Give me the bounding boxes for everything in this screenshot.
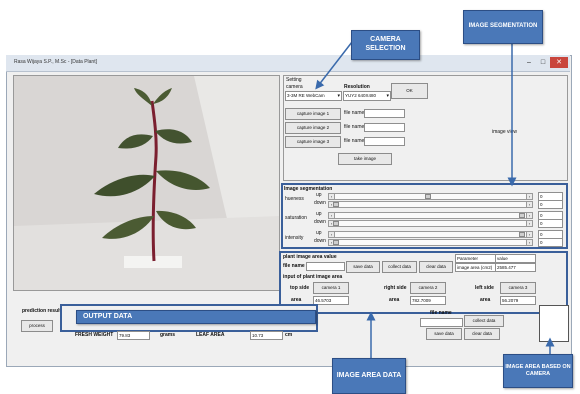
image-area-based-callout: IMAGE AREA BASED ON CAMERA — [503, 354, 573, 388]
image-area-data-callout: IMAGE AREA DATA — [332, 358, 406, 394]
callout-arrows — [315, 35, 555, 358]
output-data-callout: OUTPUT DATA — [76, 310, 316, 324]
camera-selection-callout: CAMERA SELECTION — [351, 30, 420, 60]
image-segmentation-callout: IMAGE SEGMENTATION — [463, 10, 543, 44]
